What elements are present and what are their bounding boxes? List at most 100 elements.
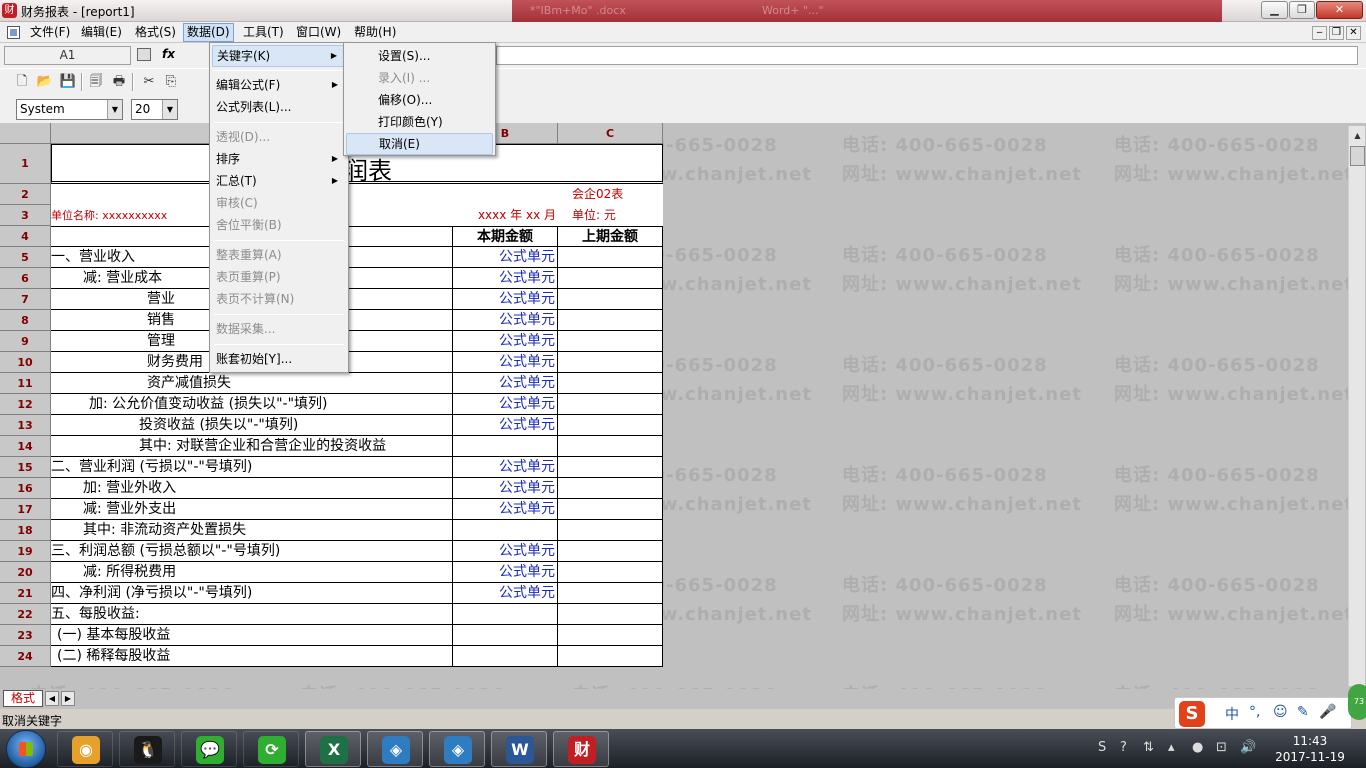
- formula-cell[interactable]: 公式单元: [453, 499, 558, 520]
- row-header[interactable]: 4: [0, 226, 51, 247]
- cell-name-box[interactable]: A1: [4, 46, 131, 65]
- line-item-label[interactable]: 加: 公允价值变动收益 (损失以"-"填列): [51, 394, 453, 415]
- font-name-select[interactable]: System ▼: [16, 99, 123, 120]
- menu-item-formula-list[interactable]: 公式列表(L)...: [212, 96, 346, 118]
- formula-cell[interactable]: 公式单元: [453, 457, 558, 478]
- network-sync-icon[interactable]: ⇅: [1143, 740, 1154, 755]
- line-item-label[interactable]: 加: 营业外收入: [51, 478, 453, 499]
- menu-data[interactable]: 数据(D): [183, 23, 234, 42]
- formula-cell[interactable]: 公式单元: [453, 310, 558, 331]
- row-header[interactable]: 2: [0, 184, 51, 205]
- close-button[interactable]: ✕: [1316, 1, 1363, 19]
- menu-item-account-init[interactable]: 账套初始[Y]...: [212, 348, 346, 370]
- period-cell[interactable]: xxxx 年 xx 月: [453, 205, 558, 226]
- formula-cell[interactable]: 公式单元: [453, 268, 558, 289]
- calculator-icon[interactable]: [137, 48, 151, 61]
- chevron-down-icon[interactable]: ▼: [107, 100, 122, 119]
- chanjet2-taskbar-button[interactable]: ◈: [429, 731, 485, 767]
- menu-format[interactable]: 格式(S): [132, 23, 179, 42]
- submenu-item-print-color[interactable]: 打印颜色(Y): [346, 111, 493, 133]
- formula-input[interactable]: [496, 46, 1358, 65]
- prior-amount-cell[interactable]: [558, 583, 663, 604]
- row-header[interactable]: 6: [0, 268, 51, 289]
- menu-window[interactable]: 窗口(W): [293, 23, 344, 42]
- tab-next-icon[interactable]: ▶: [61, 691, 75, 706]
- volume-icon[interactable]: 🔊: [1240, 740, 1256, 755]
- mdi-minimize-button[interactable]: ‒: [1312, 26, 1327, 40]
- excel-taskbar-button[interactable]: X: [305, 731, 361, 767]
- microphone-icon[interactable]: 🎤: [1319, 704, 1336, 720]
- menu-item-no-calc-page[interactable]: 表页不计算(N): [212, 288, 346, 310]
- row-header[interactable]: 11: [0, 373, 51, 394]
- prior-amount-cell[interactable]: [558, 268, 663, 289]
- ime-punct-toggle[interactable]: °,: [1249, 704, 1260, 720]
- menu-item-audit[interactable]: 审核(C): [212, 192, 346, 214]
- row-header[interactable]: 14: [0, 436, 51, 457]
- word-taskbar-button[interactable]: W: [491, 731, 547, 767]
- menu-file[interactable]: 文件(F): [27, 23, 73, 42]
- qq-taskbar-button[interactable]: 🐧: [119, 731, 175, 767]
- row-header[interactable]: 17: [0, 499, 51, 520]
- menu-item-edit-formula[interactable]: 编辑公式(F) ▶: [212, 74, 346, 96]
- menu-help[interactable]: 帮助(H): [351, 23, 399, 42]
- row-header[interactable]: 16: [0, 478, 51, 499]
- font-size-select[interactable]: 20 ▼: [131, 99, 178, 120]
- row-header[interactable]: 15: [0, 457, 51, 478]
- refresh-app-taskbar-button[interactable]: ⟳: [243, 731, 299, 767]
- submenu-item-cancel[interactable]: 取消(E): [346, 133, 493, 155]
- row-header[interactable]: 19: [0, 541, 51, 562]
- prior-amount-cell[interactable]: [558, 436, 663, 457]
- row-header[interactable]: 24: [0, 646, 51, 667]
- prior-amount-cell[interactable]: [558, 520, 663, 541]
- wechat-taskbar-button[interactable]: 💬: [181, 731, 237, 767]
- 360-taskbar-button[interactable]: ◉: [57, 731, 113, 767]
- clock[interactable]: 11:43 2017-11-19: [1270, 733, 1350, 765]
- formula-cell[interactable]: 公式单元: [453, 541, 558, 562]
- row-header[interactable]: 23: [0, 625, 51, 646]
- prior-amount-cell[interactable]: [558, 562, 663, 583]
- prior-amount-cell[interactable]: [558, 457, 663, 478]
- scroll-up-icon[interactable]: ▲: [1350, 128, 1365, 144]
- ime-mode-toggle[interactable]: 中: [1225, 704, 1239, 724]
- line-item-label[interactable]: 减: 营业外支出: [51, 499, 453, 520]
- formula-cell[interactable]: 公式单元: [453, 394, 558, 415]
- sogou-icon[interactable]: S: [1179, 701, 1205, 727]
- menu-item-recalc-all[interactable]: 整表重算(A): [212, 244, 346, 266]
- menu-item-summary[interactable]: 汇总(T) ▶: [212, 170, 346, 192]
- row-header[interactable]: 1: [0, 144, 51, 184]
- start-button[interactable]: [6, 730, 46, 768]
- prior-amount-cell[interactable]: [558, 604, 663, 625]
- blank-cell[interactable]: [453, 646, 558, 667]
- line-item-label[interactable]: 资产减值损失: [51, 373, 453, 394]
- prior-amount-cell[interactable]: [558, 373, 663, 394]
- emoji-icon[interactable]: ☺: [1273, 704, 1288, 720]
- show-hidden-icon[interactable]: ▴: [1168, 740, 1175, 755]
- line-item-label[interactable]: 投资收益 (损失以"-"填列): [51, 415, 453, 436]
- select-all-corner[interactable]: [0, 123, 51, 144]
- prior-amount-cell[interactable]: [558, 394, 663, 415]
- prior-amount-cell[interactable]: [558, 247, 663, 268]
- mdi-close-button[interactable]: ✕: [1346, 26, 1361, 40]
- print-icon[interactable]: 🖶: [110, 73, 128, 91]
- print-preview-icon[interactable]: 🗐: [87, 73, 105, 91]
- menu-item-recalc-page[interactable]: 表页重算(P): [212, 266, 346, 288]
- row-header[interactable]: 20: [0, 562, 51, 583]
- prior-amount-cell[interactable]: [558, 415, 663, 436]
- handwriting-icon[interactable]: ✎: [1297, 704, 1309, 720]
- row-header[interactable]: 10: [0, 352, 51, 373]
- menu-item-data-collect[interactable]: 数据采集...: [212, 318, 346, 340]
- menu-tools[interactable]: 工具(T): [240, 23, 287, 42]
- formula-cell[interactable]: 公式单元: [453, 352, 558, 373]
- prior-amount-header[interactable]: 上期金额: [558, 226, 663, 247]
- column-header-c[interactable]: C: [558, 123, 663, 144]
- prior-amount-cell[interactable]: [558, 289, 663, 310]
- line-item-label[interactable]: 三、利润总额 (亏损总额以"-"号填列): [51, 541, 453, 562]
- fx-icon[interactable]: fx: [162, 47, 175, 61]
- line-item-label[interactable]: (二) 稀释每股收益: [51, 646, 453, 667]
- menu-item-keyword[interactable]: 关键字(K) ▶: [212, 45, 346, 67]
- blank-cell[interactable]: [453, 604, 558, 625]
- status-icon[interactable]: ●: [1192, 740, 1203, 755]
- prior-amount-cell[interactable]: [558, 331, 663, 352]
- line-item-label[interactable]: 减: 所得税费用: [51, 562, 453, 583]
- help-icon[interactable]: ?: [1120, 740, 1127, 755]
